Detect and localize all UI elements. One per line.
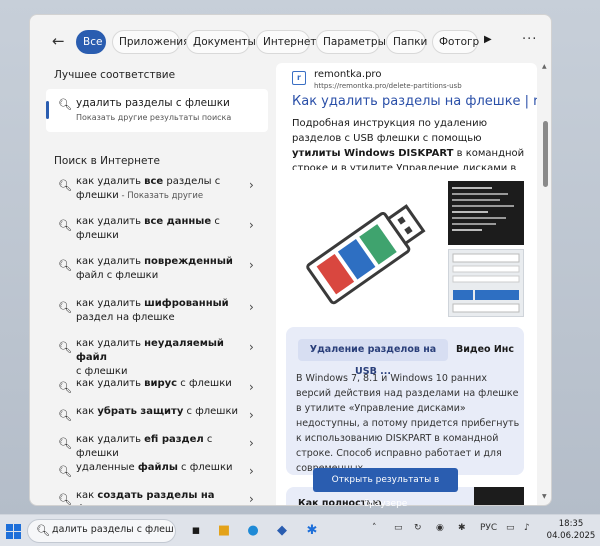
result-description: Подробная инструкция по удалению раздело…: [292, 118, 525, 170]
preview-pane: r remontka.pro https://remontka.pro/dele…: [276, 63, 537, 505]
suggestion-text: как удалить вирус с флешки: [76, 378, 232, 389]
search-panel: ← Все Приложения Документы Интернет Пара…: [29, 14, 552, 506]
suggestion-item[interactable]: 🔍︎ как создать разделы на флешке ›: [46, 489, 268, 506]
suggestion-item[interactable]: 🔍︎ как удалить вирус с флешки ›: [46, 377, 268, 405]
file-explorer-icon[interactable]: ■: [214, 521, 234, 541]
volume-icon[interactable]: ♪: [524, 523, 530, 533]
filter-bar: ← Все Приложения Документы Интернет Пара…: [30, 28, 551, 56]
suggestion-item[interactable]: 🔍︎ удаленные файлы с флешки ›: [46, 461, 268, 489]
task-view-icon[interactable]: ▪: [186, 521, 206, 541]
result-title-link[interactable]: Как удалить разделы на флешке | re...: [292, 94, 537, 109]
best-match-item[interactable]: 🔍︎ удалить разделы с флешки Показать дру…: [46, 89, 268, 132]
tab-settings[interactable]: Параметры: [316, 30, 386, 54]
open-in-browser-button[interactable]: Открыть результаты в браузере: [313, 468, 458, 509]
search-icon: 🔍︎: [58, 179, 72, 192]
taskbar: 🔍︎ ▪ ■ ● ◆ ✱ ˄ ▭ ↻ ◉ ✱ РУС ▭ ♪ 18:35 04.…: [0, 514, 600, 546]
show-hidden-icons-chevron-icon[interactable]: ˄: [372, 523, 377, 533]
scroll-up-icon[interactable]: ▲: [542, 63, 547, 70]
tab-photos[interactable]: Фотогр: [432, 30, 479, 54]
clock-date: 04.06.2025: [546, 531, 596, 541]
suggestion-item[interactable]: 🔍︎ как удалить неудаляемый файл с флешки ›: [46, 337, 268, 377]
chevron-right-icon[interactable]: ›: [249, 464, 254, 478]
tab-all[interactable]: Все: [76, 30, 106, 54]
suggestion-text: как создать разделы на флешке: [76, 490, 215, 505]
search-icon: 🔍︎: [58, 493, 72, 506]
suggestion-text: удаленные файлы с флешки: [76, 462, 233, 473]
search-icon: 🔍︎: [58, 381, 72, 394]
clock-time: 18:35: [558, 519, 584, 529]
taskbar-search-input[interactable]: [52, 524, 174, 535]
chevron-right-icon[interactable]: ›: [249, 408, 254, 422]
selection-indicator: [46, 101, 49, 119]
suggestion-text: как удалить шифрованный раздел на флешке: [76, 298, 229, 323]
search-icon: 🔍︎: [58, 98, 72, 111]
store-icon[interactable]: ◆: [272, 521, 292, 541]
site-url[interactable]: https://remontka.pro/delete-partitions-u…: [314, 82, 462, 90]
chevron-right-icon[interactable]: ›: [249, 258, 254, 272]
site-favicon-icon: r: [292, 71, 306, 85]
chevron-right-icon[interactable]: ›: [249, 300, 254, 314]
suggestion-text: как удалить все разделы с флешки - Показа…: [76, 176, 221, 201]
sync-icon[interactable]: ↻: [414, 523, 422, 533]
best-match-heading: Лучшее соответствие: [54, 69, 176, 81]
tab-documents[interactable]: Документы: [186, 30, 256, 54]
suggestion-item[interactable]: 🔍︎ как удалить шифрованный раздел на флешк…: [46, 297, 268, 325]
disk-management-screenshot[interactable]: [448, 249, 524, 317]
best-match-text: удалить разделы с флешки: [76, 97, 230, 109]
search-icon: 🔍︎: [58, 259, 72, 272]
scroll-tabs-right-icon[interactable]: ▶: [484, 34, 492, 45]
command-prompt-screenshot[interactable]: [448, 181, 524, 245]
chevron-right-icon[interactable]: ›: [249, 380, 254, 394]
system-clock[interactable]: 18:35 04.06.2025: [546, 518, 596, 542]
related-card: Удаление разделов на USB ... Видео Инс В…: [286, 327, 524, 475]
language-indicator[interactable]: РУС: [480, 523, 497, 533]
scroll-down-icon[interactable]: ▼: [542, 493, 547, 500]
second-card-thumbnail[interactable]: [474, 487, 524, 505]
card-text: В Windows 7, 8.1 и Windows 10 ранних вер…: [296, 373, 520, 474]
app-icon[interactable]: ✱: [302, 521, 322, 541]
chevron-right-icon[interactable]: ›: [249, 218, 254, 232]
suggestion-item[interactable]: 🔍︎ как убрать защиту с флешки ›: [46, 405, 268, 433]
back-arrow-icon[interactable]: ←: [52, 32, 65, 50]
more-options-icon[interactable]: ···: [522, 32, 537, 47]
suggestion-item[interactable]: 🔍︎ как удалить efi раздел с флешки ›: [46, 433, 268, 461]
scrollbar-thumb[interactable]: [543, 121, 548, 187]
suggestion-text: как убрать защиту с флешки: [76, 406, 238, 417]
search-icon: 🔍︎: [58, 219, 72, 232]
search-icon: 🔍︎: [58, 409, 72, 422]
printer-icon[interactable]: ▭: [394, 523, 403, 533]
suggestion-item[interactable]: 🔍︎ как удалить все данные с флешки ›: [46, 215, 268, 243]
monitor-icon[interactable]: ▭: [506, 523, 515, 533]
chevron-right-icon[interactable]: ›: [249, 492, 254, 505]
chevron-right-icon[interactable]: ›: [249, 178, 254, 192]
search-icon: 🔍︎: [36, 524, 50, 537]
preview-scrollbar[interactable]: ▲ ▼: [541, 63, 549, 503]
site-name: remontka.pro: [314, 69, 382, 80]
search-icon: 🔍︎: [58, 437, 72, 450]
card-tab-video[interactable]: Видео Инс: [456, 339, 524, 361]
edge-browser-icon[interactable]: ●: [243, 521, 263, 541]
suggestion-item[interactable]: 🔍︎ как удалить поврежденный файл с флешки ›: [46, 255, 268, 283]
suggestion-text: как удалить efi раздел с флешки: [76, 434, 213, 459]
search-icon: 🔍︎: [58, 341, 72, 354]
card-tab-removal[interactable]: Удаление разделов на USB ...: [298, 339, 448, 377]
network-icon[interactable]: ◉: [436, 523, 444, 533]
usb-flash-drive-image[interactable]: [290, 181, 432, 317]
tab-folders[interactable]: Папки: [386, 30, 427, 54]
chevron-right-icon[interactable]: ›: [249, 436, 254, 450]
suggestion-text: как удалить поврежденный файл с флешки: [76, 256, 233, 281]
suggestion-item[interactable]: 🔍︎ как удалить все разделы с флешки - Пока…: [46, 175, 268, 203]
best-match-subtext: Показать другие результаты поиска: [76, 113, 232, 122]
tab-apps[interactable]: Приложения: [112, 30, 189, 54]
chevron-right-icon[interactable]: ›: [249, 340, 254, 354]
suggestion-text: как удалить неудаляемый файл с флешки: [76, 338, 224, 377]
taskbar-search-box[interactable]: 🔍︎: [27, 519, 176, 543]
windows-start-icon[interactable]: [6, 524, 21, 539]
search-icon: 🔍︎: [58, 301, 72, 314]
search-icon: 🔍︎: [58, 465, 72, 478]
tab-internet[interactable]: Интернет: [256, 30, 316, 54]
bluetooth-icon[interactable]: ✱: [458, 523, 466, 533]
web-search-heading: Поиск в Интернете: [54, 155, 160, 167]
suggestion-text: как удалить все данные с флешки: [76, 216, 220, 241]
